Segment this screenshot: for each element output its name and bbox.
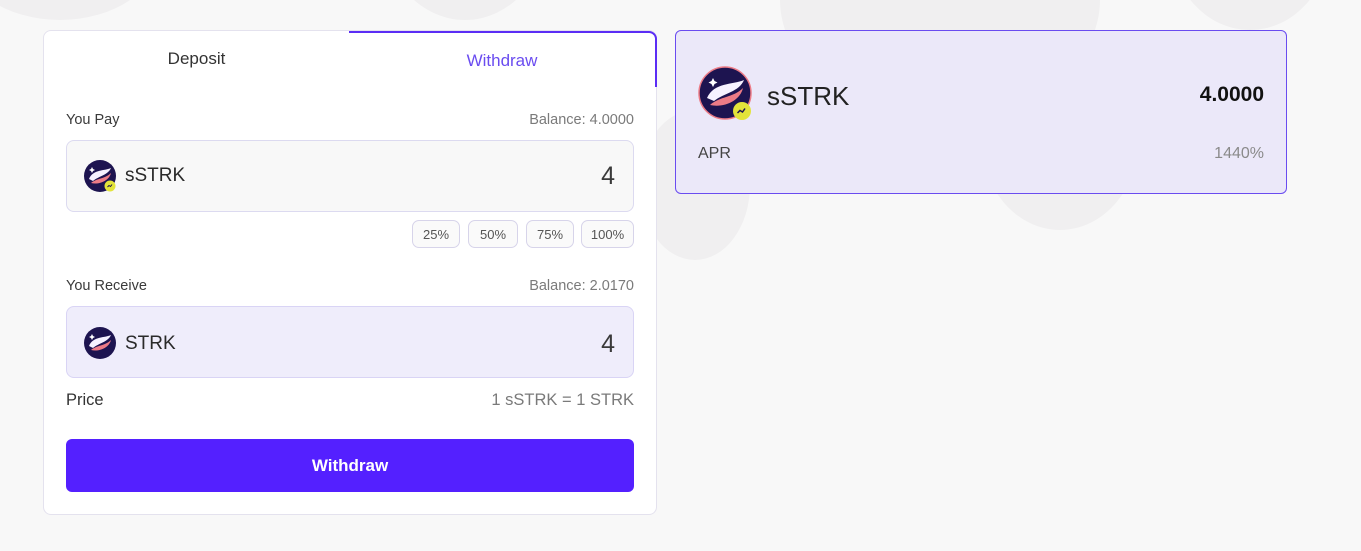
pay-token-name: sSTRK [125,165,186,186]
pay-token-box[interactable]: sSTRK 4 [66,140,634,212]
stake-form-card: Deposit Withdraw You Pay Balance: 4.0000… [43,30,657,515]
summary-amount: 4.0000 [1199,83,1264,106]
apr-label: APR [698,145,731,162]
background-blob [380,0,550,20]
background-blob [1170,0,1330,30]
receive-label: You Receive [66,278,147,294]
percent-100-button[interactable]: 100% [581,220,634,248]
background-blob [0,0,160,20]
percent-75-button[interactable]: 75% [526,220,574,248]
receive-token-box: STRK 4 [66,306,634,378]
summary-token-name: sSTRK [767,81,850,111]
sstrk-token-icon [698,66,752,120]
percent-50-button[interactable]: 50% [468,220,518,248]
strk-token-icon [84,327,116,359]
pay-balance: Balance: 4.0000 [529,112,634,128]
receive-amount: 4 [601,330,615,358]
tab-bar: Deposit Withdraw [44,31,657,87]
tab-deposit[interactable]: Deposit [44,31,349,87]
percent-25-button[interactable]: 25% [412,220,460,248]
price-label: Price [66,391,104,409]
receive-token-name: STRK [125,333,176,354]
position-summary-card: sSTRK 4.0000 APR 1440% [675,30,1287,194]
tab-withdraw[interactable]: Withdraw [349,31,657,87]
pay-amount-input[interactable]: 4 [601,162,615,191]
price-value: 1 sSTRK = 1 STRK [491,391,634,409]
sstrk-token-icon [84,160,116,192]
apr-value: 1440% [1214,145,1264,162]
receive-balance: Balance: 2.0170 [529,278,634,294]
withdraw-button[interactable]: Withdraw [66,439,634,492]
pay-label: You Pay [66,112,120,128]
